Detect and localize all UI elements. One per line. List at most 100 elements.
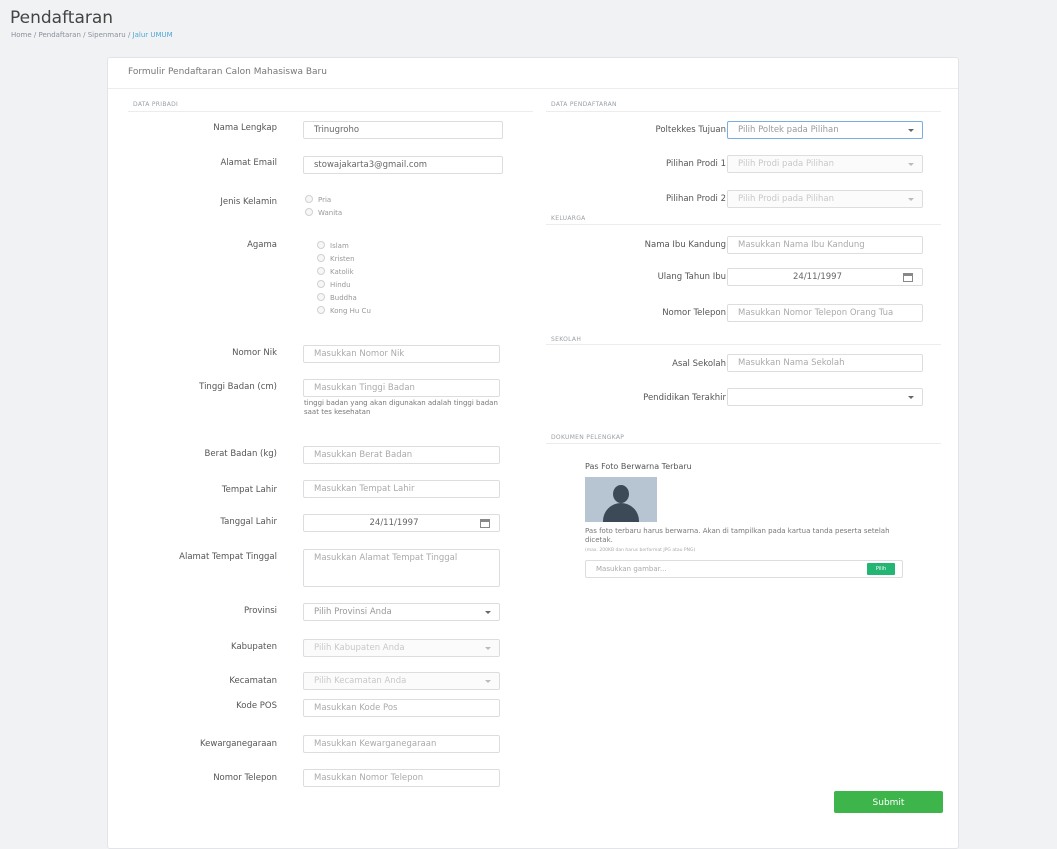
radio-katolik[interactable]: Katolik	[317, 267, 354, 276]
label-tempat-lahir: Tempat Lahir	[221, 485, 277, 495]
radio-kristen[interactable]: Kristen	[317, 254, 355, 263]
pas-foto-file-input[interactable]: Masukkan gambar...	[585, 560, 903, 578]
radio-circle	[317, 306, 325, 314]
chevron-down-icon	[908, 198, 914, 201]
breadcrumb-current: Jalur UMUM	[132, 31, 173, 39]
kewarganegaraan-input[interactable]: Masukkan Kewarganegaraan	[303, 735, 500, 753]
calendar-icon[interactable]	[903, 273, 913, 282]
label-provinsi: Provinsi	[243, 606, 277, 616]
label-nomor-telepon-orang-tua: Nomor Telepon	[662, 308, 726, 318]
radio-circle	[317, 241, 325, 249]
label-pas-foto: Pas Foto Berwarna Terbaru	[585, 462, 692, 471]
pilihan-prodi-1-select[interactable]: Pilih Prodi pada Pilihan	[727, 155, 923, 173]
chevron-down-icon	[485, 611, 491, 614]
provinsi-select[interactable]: Pilih Provinsi Anda	[303, 603, 500, 621]
label-kode-pos: Kode POS	[236, 701, 277, 711]
avatar-body	[603, 503, 639, 522]
breadcrumb-home[interactable]: Home	[11, 31, 32, 39]
label-kewarganegaraan: Kewarganegaraan	[199, 739, 277, 749]
label-alamat-email: Alamat Email	[220, 158, 278, 168]
section-label-sekolah: SEKOLAH	[551, 336, 582, 343]
radio-circle	[317, 267, 325, 275]
radio-circle	[317, 254, 325, 262]
divider	[546, 344, 941, 345]
tanggal-lahir-input[interactable]: 24/11/1997	[303, 514, 500, 532]
label-jenis-kelamin: Jenis Kelamin	[220, 197, 277, 207]
label-tanggal-lahir: Tanggal Lahir	[220, 517, 277, 527]
calendar-icon[interactable]	[480, 519, 490, 528]
label-nama-lengkap: Nama Lengkap	[213, 123, 277, 133]
submit-button[interactable]: Submit	[834, 791, 943, 813]
breadcrumb-sipenmaru[interactable]: Sipenmaru	[88, 31, 126, 39]
kabupaten-select[interactable]: Pilih Kabupaten Anda	[303, 639, 500, 657]
label-ulang-tahun-ibu: Ulang Tahun Ibu	[657, 272, 726, 282]
section-label-data-pribadi: DATA PRIBADI	[133, 101, 179, 108]
pas-foto-hint: Pas foto terbaru harus berwarna. Akan di…	[585, 527, 890, 544]
label-pilihan-prodi-1: Pilihan Prodi 1	[665, 159, 726, 169]
asal-sekolah-input[interactable]: Masukkan Nama Sekolah	[727, 354, 923, 372]
section-label-data-pendaftaran: DATA PENDAFTARAN	[551, 101, 617, 108]
radio-circle	[317, 293, 325, 301]
chevron-down-icon	[908, 396, 914, 399]
tempat-lahir-input[interactable]: Masukkan Tempat Lahir	[303, 480, 500, 498]
radio-circle	[305, 195, 313, 203]
radio-islam[interactable]: Islam	[317, 241, 349, 250]
alamat-tempat-tinggal-textarea[interactable]: Masukkan Alamat Tempat Tinggal	[303, 549, 500, 587]
nomor-nik-input[interactable]: Masukkan Nomor Nik	[303, 345, 500, 363]
breadcrumb-separator: /	[80, 31, 88, 39]
radio-pria[interactable]: Pria	[305, 195, 331, 204]
divider	[128, 111, 533, 112]
nama-lengkap-input[interactable]: Trinugroho	[303, 121, 503, 139]
breadcrumb: Home / Pendaftaran / Sipenmaru / Jalur U…	[11, 31, 173, 39]
tinggi-badan-hint: tinggi badan yang akan digunakan adalah …	[304, 399, 498, 416]
radio-buddha[interactable]: Buddha	[317, 293, 357, 302]
divider	[546, 443, 941, 444]
label-nama-ibu-kandung: Nama Ibu Kandung	[644, 240, 726, 250]
form-title: Formulir Pendaftaran Calon Mahasiswa Bar…	[128, 67, 327, 77]
ulang-tahun-ibu-input[interactable]: 24/11/1997	[727, 268, 923, 286]
page-title: Pendaftaran	[10, 8, 114, 28]
section-label-keluarga: KELUARGA	[551, 215, 586, 222]
chevron-down-icon	[485, 647, 491, 650]
breadcrumb-separator: /	[125, 31, 133, 39]
berat-badan-input[interactable]: Masukkan Berat Badan	[303, 446, 500, 464]
radio-circle	[317, 280, 325, 288]
nomor-telepon-orang-tua-input[interactable]: Masukkan Nomor Telepon Orang Tua	[727, 304, 923, 322]
section-label-dokumen-pelengkap: DOKUMEN PELENGKAP	[551, 434, 625, 441]
divider	[546, 111, 941, 112]
label-berat-badan: Berat Badan (kg)	[204, 449, 277, 459]
poltekkes-tujuan-select[interactable]: Pilih Poltek pada Pilihan	[727, 121, 923, 139]
nomor-telepon-input[interactable]: Masukkan Nomor Telepon	[303, 769, 500, 787]
alamat-email-input[interactable]: stowajakarta3@gmail.com	[303, 156, 503, 174]
label-alamat-tempat-tinggal: Alamat Tempat Tinggal	[179, 552, 277, 562]
kecamatan-select[interactable]: Pilih Kecamatan Anda	[303, 672, 500, 690]
chevron-down-icon	[485, 680, 491, 683]
label-pendidikan-terakhir: Pendidikan Terakhir	[643, 393, 726, 403]
label-agama: Agama	[247, 240, 277, 250]
label-poltekkes-tujuan: Poltekkes Tujuan	[655, 125, 726, 135]
radio-wanita[interactable]: Wanita	[305, 208, 342, 217]
tinggi-badan-input[interactable]: Masukkan Tinggi Badan	[303, 379, 500, 397]
radio-kong-hu-cu[interactable]: Kong Hu Cu	[317, 306, 371, 315]
registration-form-card: Formulir Pendaftaran Calon Mahasiswa Bar…	[107, 57, 959, 849]
label-kabupaten: Kabupaten	[231, 642, 277, 652]
label-tinggi-badan: Tinggi Badan (cm)	[199, 382, 277, 392]
radio-circle	[305, 208, 313, 216]
chevron-down-icon	[908, 129, 914, 132]
browse-file-button[interactable]: Pilih	[867, 563, 895, 575]
label-kecamatan: Kecamatan	[229, 676, 277, 686]
pas-foto-format-hint: (max. 200KB dan harus berformat JPG atau…	[585, 548, 696, 553]
label-asal-sekolah: Asal Sekolah	[672, 359, 726, 369]
label-nomor-nik: Nomor Nik	[232, 348, 277, 358]
kode-pos-input[interactable]: Masukkan Kode Pos	[303, 699, 500, 717]
label-nomor-telepon: Nomor Telepon	[213, 773, 277, 783]
breadcrumb-pendaftaran[interactable]: Pendaftaran	[38, 31, 80, 39]
pendidikan-terakhir-select[interactable]	[727, 388, 923, 406]
label-pilihan-prodi-2: Pilihan Prodi 2	[665, 194, 726, 204]
chevron-down-icon	[908, 163, 914, 166]
radio-hindu[interactable]: Hindu	[317, 280, 351, 289]
divider	[546, 224, 941, 225]
avatar-placeholder	[585, 477, 657, 522]
pilihan-prodi-2-select[interactable]: Pilih Prodi pada Pilihan	[727, 190, 923, 208]
nama-ibu-kandung-input[interactable]: Masukkan Nama Ibu Kandung	[727, 236, 923, 254]
